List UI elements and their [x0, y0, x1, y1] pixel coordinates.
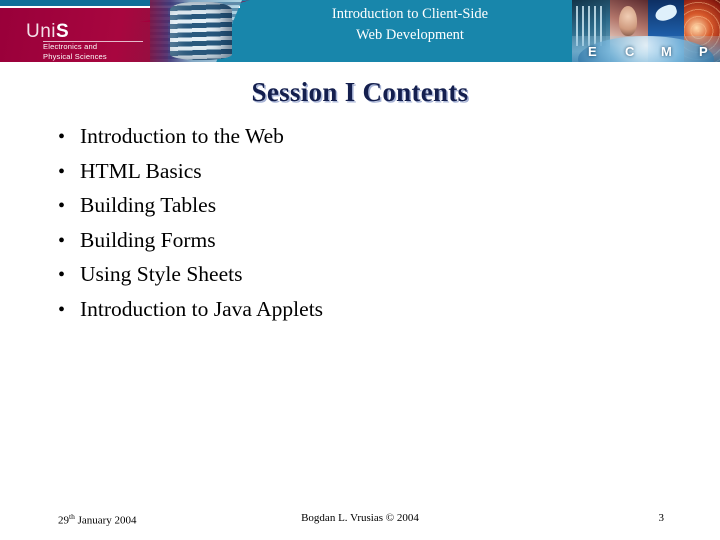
montage-letter-p: P — [699, 44, 708, 59]
footer-page-number: 3 — [658, 512, 665, 524]
bullet-icon: • — [58, 195, 66, 218]
list-item-label: Building Forms — [80, 227, 216, 252]
bullet-icon: • — [58, 160, 66, 183]
bullet-icon: • — [58, 264, 66, 287]
slide-heading: Session I Contents — [251, 77, 469, 107]
montage-letter-m: M — [661, 44, 672, 59]
list-item-label: Using Style Sheets — [80, 262, 243, 287]
slide-banner: UniS Electronics and Physical Sciences I… — [0, 0, 720, 62]
list-item: • Using Style Sheets — [52, 262, 672, 297]
list-item: • Introduction to the Web — [52, 124, 672, 159]
list-item-label: Introduction to Java Applets — [80, 296, 324, 321]
list-item: • Introduction to Java Applets — [52, 297, 672, 332]
logo-name-suffix: S — [56, 21, 70, 42]
list-item-label: HTML Basics — [80, 158, 202, 183]
montage-letter-e: E — [588, 44, 597, 59]
session-contents-list: • Introduction to the Web • HTML Basics … — [52, 124, 672, 332]
list-item: • Building Tables — [52, 193, 672, 228]
list-item-label: Introduction to the Web — [80, 124, 284, 148]
logo-subtitle-line2: Physical Sciences — [43, 52, 107, 61]
university-logo-panel: UniS Electronics and Physical Sciences — [0, 8, 168, 62]
presentation-title-line2: Web Development — [356, 27, 464, 43]
list-item: • HTML Basics — [52, 159, 672, 194]
footer-author: Bogdan L. Vrusias © 2004 — [301, 512, 419, 524]
bullet-icon: • — [58, 298, 66, 321]
montage-letter-c: C — [625, 44, 635, 59]
presentation-title-line1: Introduction to Client-Side — [331, 6, 489, 22]
logo-subtitle-line1: Electronics and — [43, 42, 98, 51]
logo-name-prefix: Uni — [26, 21, 57, 42]
bullet-icon: • — [58, 229, 66, 252]
university-logo-subtitle: Electronics and Physical Sciences — [43, 42, 107, 62]
list-item-label: Building Tables — [80, 193, 217, 218]
list-item: • Building Forms — [52, 228, 672, 263]
presentation-title: Introduction to Client-Side Web Developm… — [250, 4, 570, 46]
university-logo-wordmark: UniS — [26, 22, 69, 41]
department-photo-montage: E C M P — [572, 0, 720, 62]
bullet-icon: • — [58, 126, 66, 148]
slide-footer: 29th January 2004 Bogdan L. Vrusias © 20… — [0, 512, 720, 534]
campus-building-tower-photo — [170, 2, 232, 60]
